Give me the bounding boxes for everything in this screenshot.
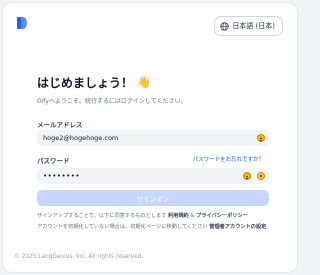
init-notice-text: アカウントを初期化していない場合は、初期化ページに移動してください [37, 224, 208, 230]
keyboard-assist-icon[interactable] [257, 134, 265, 142]
dify-logo-icon [17, 17, 27, 29]
language-label: 日本語 (日本) [232, 22, 275, 30]
title-text: はじめましょう！ [37, 76, 134, 90]
init-notice-line: アカウントを初期化していない場合は、初期化ページに移動してください 管理者アカウ… [37, 223, 266, 230]
page-title: はじめましょう！ 👋 [37, 74, 151, 91]
terms-text: サインアップすることで、以下に同意するものとします [37, 213, 167, 219]
welcome-subtitle: Difyへようこそ。続行するにはログインしてください。 [37, 98, 187, 105]
privacy-policy-link[interactable]: プライバシーポリシー [196, 213, 248, 219]
signin-button[interactable]: サインイン [37, 190, 269, 206]
admin-setup-link[interactable]: 管理者アカウントの設定 [209, 224, 266, 230]
forgot-password-link[interactable]: パスワードをお忘れですか？ [193, 155, 264, 163]
email-field[interactable] [43, 134, 254, 142]
password-label: パスワード [37, 157, 70, 165]
show-password-icon[interactable] [257, 172, 265, 180]
waving-hand-icon: 👋 [137, 76, 151, 89]
globe-icon [220, 21, 229, 31]
terms-separator: & [188, 213, 197, 219]
terms-of-service-link[interactable]: 利用規約 [168, 213, 189, 219]
password-field[interactable] [43, 172, 240, 180]
terms-line: サインアップすることで、以下に同意するものとします 利用規約 & プライバシーポ… [37, 212, 248, 219]
keyboard-assist-icon[interactable] [243, 172, 251, 180]
copyright-footer: © 2025 LangGenius, Inc. All rights reser… [14, 254, 144, 260]
email-label: メールアドレス [37, 121, 83, 129]
login-card: 日本語 (日本) はじめましょう！ 👋 Difyへようこそ。続行するにはログイン… [3, 3, 297, 272]
password-field-container [37, 168, 269, 184]
language-selector-button[interactable]: 日本語 (日本) [214, 16, 283, 36]
email-field-container [37, 130, 269, 146]
